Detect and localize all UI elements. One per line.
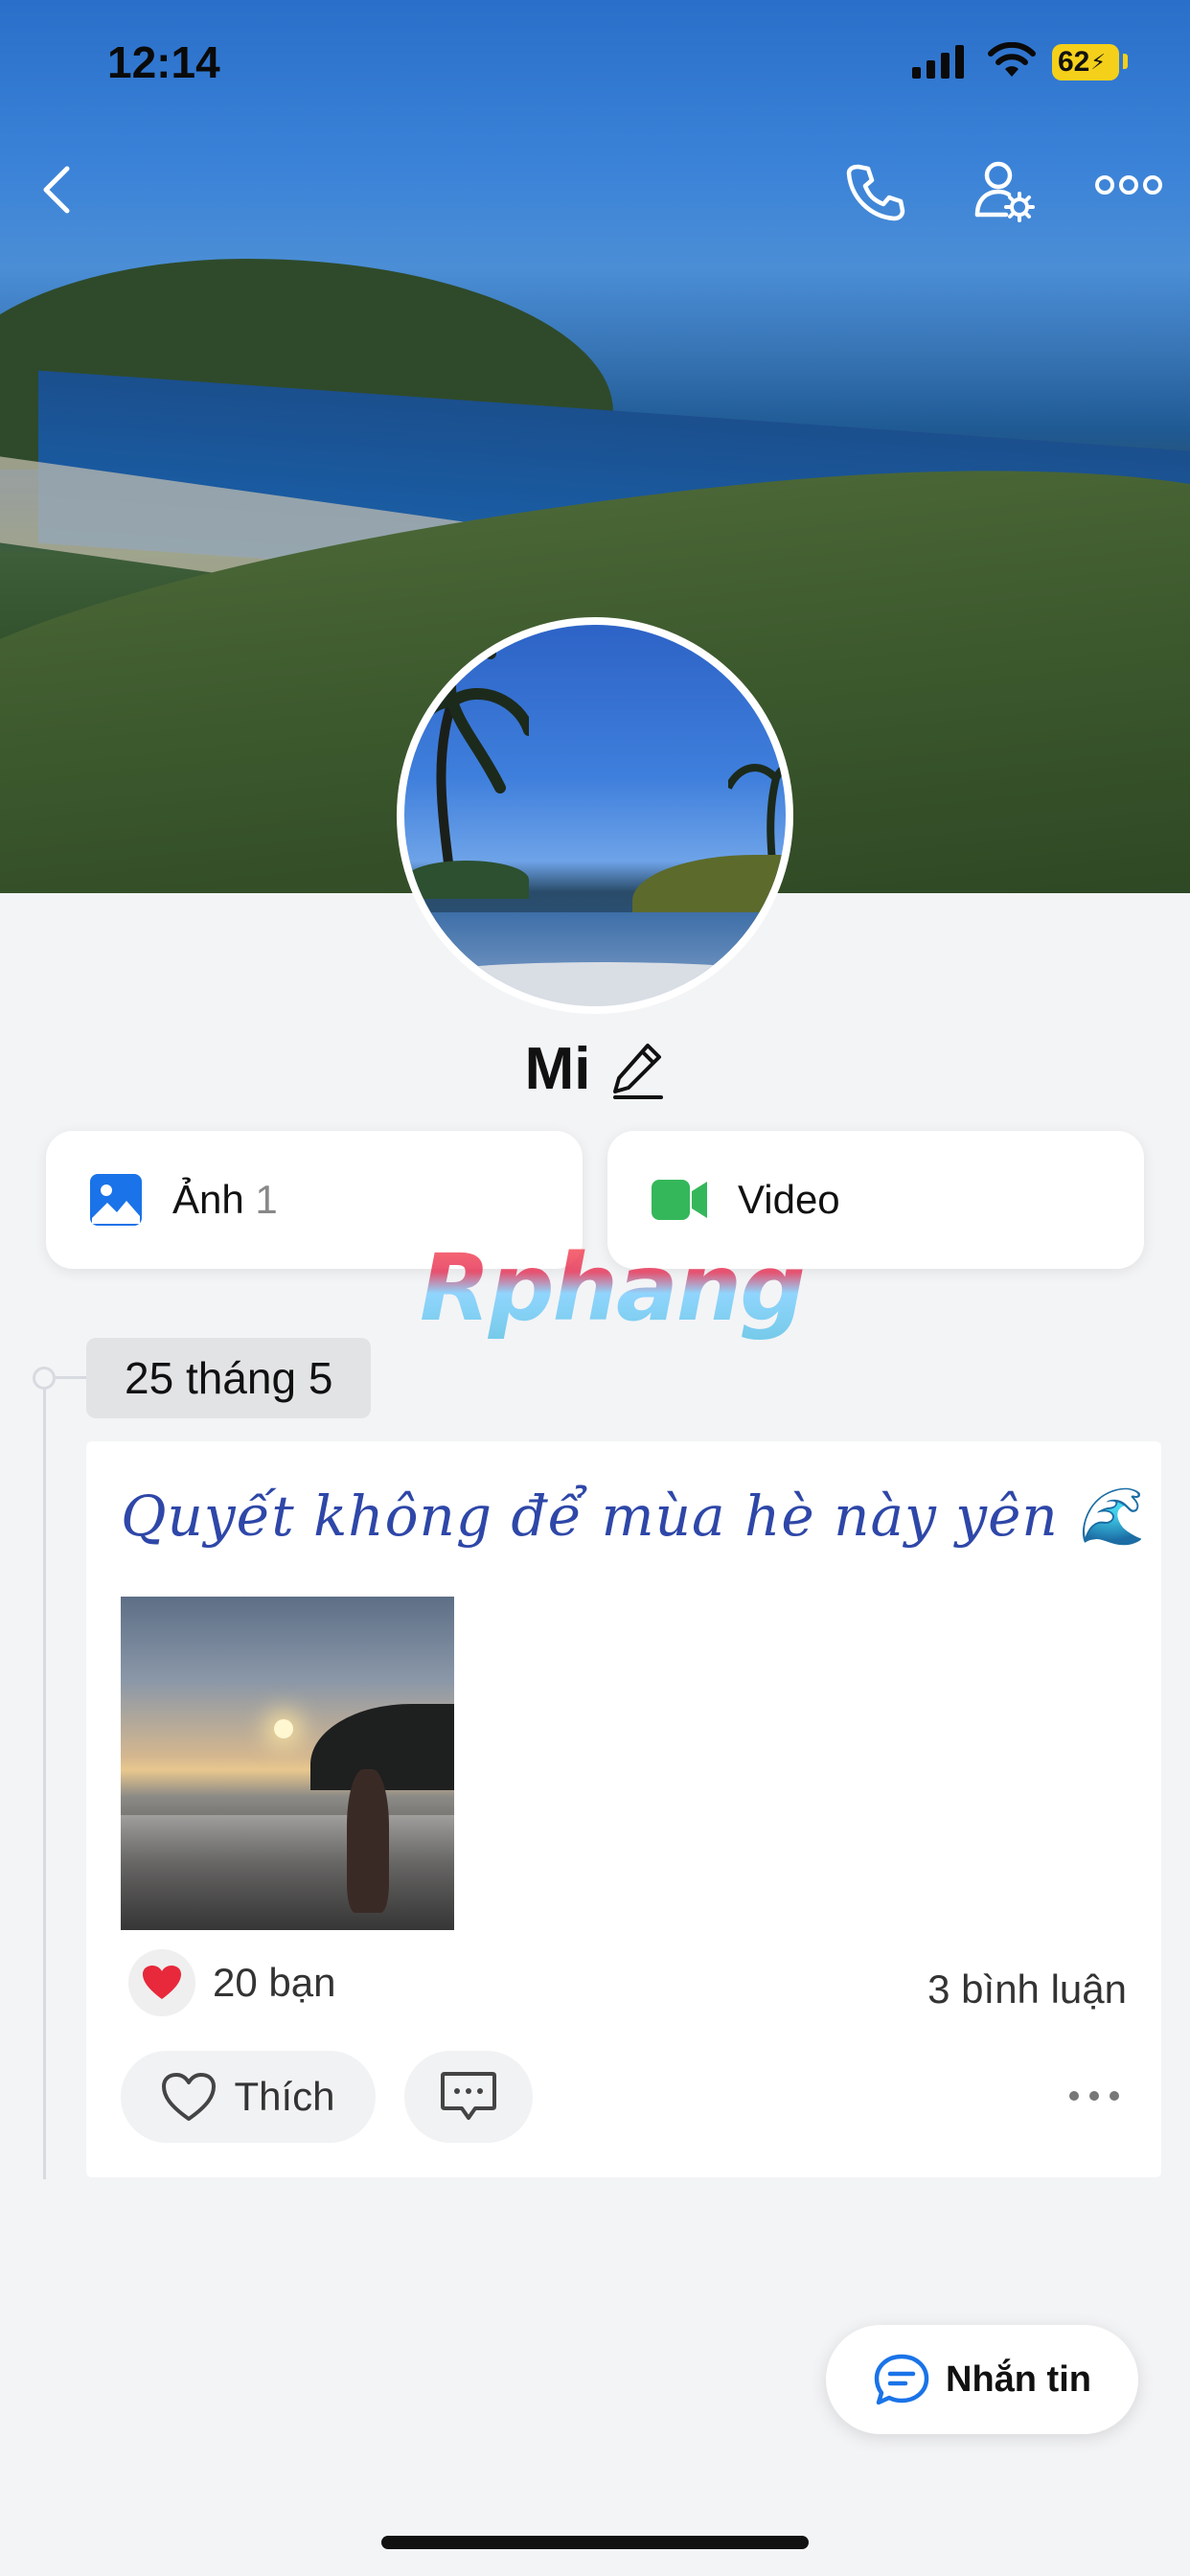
timeline-dot bbox=[33, 1367, 56, 1390]
palm-tree-graphic bbox=[404, 645, 529, 893]
photo-waves bbox=[121, 1815, 454, 1930]
message-button-label: Nhắn tin bbox=[946, 2358, 1091, 2400]
edit-pencil-icon[interactable] bbox=[611, 1040, 665, 1099]
comment-button[interactable] bbox=[404, 2051, 533, 2143]
avatar-pool-edge bbox=[404, 962, 786, 1006]
comments-count[interactable]: 3 bình luận bbox=[927, 1966, 1127, 2012]
photos-label-wrap: Ảnh 1 bbox=[172, 1177, 278, 1223]
timeline-connector bbox=[56, 1376, 88, 1379]
profile-settings-icon[interactable] bbox=[972, 159, 1035, 222]
photo-trees bbox=[310, 1704, 454, 1790]
video-label: Video bbox=[738, 1177, 840, 1222]
avatar-island bbox=[632, 855, 786, 912]
avatar[interactable] bbox=[397, 617, 793, 1014]
reactions-count: 20 bạn bbox=[213, 1960, 336, 2005]
cellular-signal-icon bbox=[912, 44, 964, 79]
post-text: Quyết không để mùa hè này yên 🌊 bbox=[121, 1484, 1148, 1549]
message-button[interactable]: Nhắn tin bbox=[826, 2325, 1138, 2434]
battery-level: 62 bbox=[1058, 46, 1090, 78]
wifi-icon bbox=[988, 42, 1036, 77]
battery-tip bbox=[1123, 54, 1128, 69]
timeline-date: 25 tháng 5 bbox=[86, 1338, 372, 1418]
post-more-icon[interactable] bbox=[1067, 2089, 1121, 2103]
photos-label: Ảnh bbox=[172, 1177, 244, 1222]
more-icon[interactable] bbox=[1094, 171, 1163, 199]
charging-bolt-icon: ⚡ bbox=[1090, 50, 1106, 74]
photo-sun bbox=[274, 1719, 293, 1738]
reactions-summary[interactable]: 20 bạn bbox=[128, 1949, 335, 2016]
profile-name: Mi bbox=[524, 1036, 591, 1102]
video-camera-icon bbox=[652, 1180, 707, 1220]
home-indicator[interactable] bbox=[381, 2536, 809, 2549]
photos-count: 1 bbox=[255, 1177, 278, 1222]
post-card: Quyết không để mùa hè này yên 🌊 20 bạn 3… bbox=[86, 1441, 1161, 2177]
heart-reaction-icon bbox=[128, 1949, 195, 2016]
image-icon bbox=[90, 1174, 142, 1226]
like-label: Thích bbox=[234, 2074, 335, 2119]
timeline-line bbox=[43, 1376, 46, 2179]
battery-indicator: 62 ⚡ bbox=[1052, 44, 1119, 80]
avatar-island bbox=[404, 861, 529, 899]
comment-icon bbox=[441, 2072, 496, 2120]
profile-name-row: Mi bbox=[0, 1035, 1190, 1103]
chat-bubble-icon bbox=[874, 2354, 929, 2405]
photo-person bbox=[347, 1769, 389, 1913]
watermark-logo: Rphang bbox=[420, 1234, 806, 1342]
status-time: 12:14 bbox=[107, 37, 220, 87]
post-photo[interactable] bbox=[121, 1597, 454, 1930]
status-bar: 12:14 62 ⚡ bbox=[0, 0, 1190, 134]
back-icon[interactable] bbox=[34, 161, 77, 218]
like-button[interactable]: Thích bbox=[121, 2051, 376, 2143]
heart-outline-icon bbox=[162, 2073, 217, 2121]
phone-icon[interactable] bbox=[843, 161, 906, 224]
